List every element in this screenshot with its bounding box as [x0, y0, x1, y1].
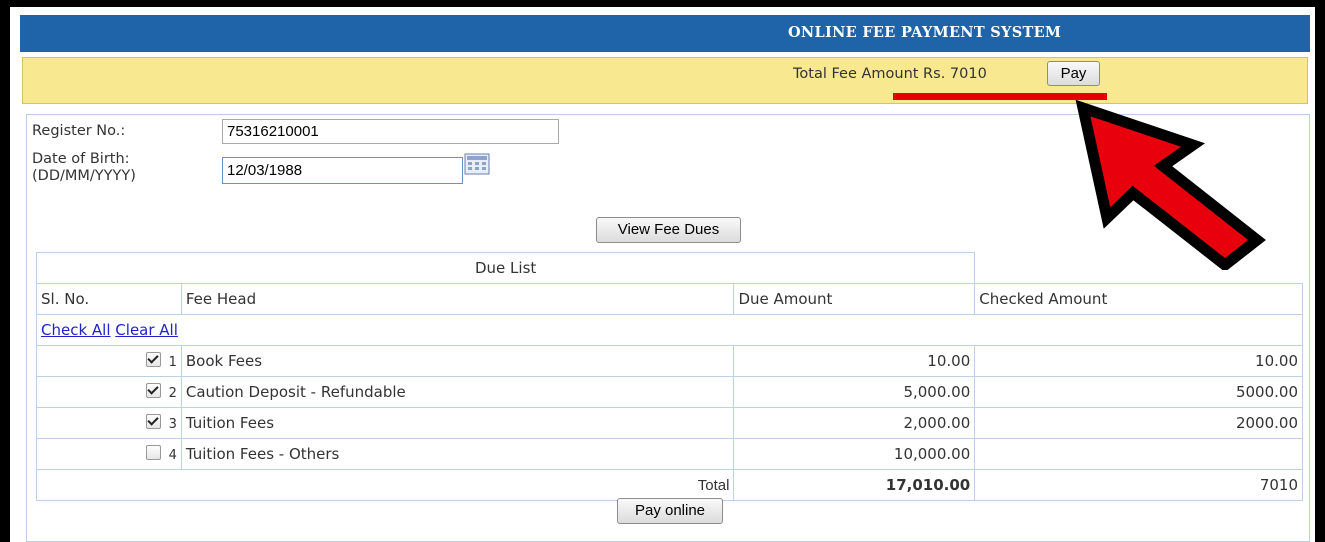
sl-cell: 4	[36, 438, 182, 470]
table-row: 1 Book Fees 10.00 10.00	[36, 345, 1303, 377]
table-row: 4 Tuition Fees - Others 10,000.00	[36, 438, 1303, 470]
dob-label-line2: (DD/MM/YYYY)	[32, 168, 136, 184]
dob-label-line1: Date of Birth:	[32, 151, 130, 167]
total-fee-label: Total Fee Amount Rs. 7010	[793, 66, 987, 82]
col-header-checked-amount: Checked Amount	[974, 283, 1303, 315]
total-checked-amount: 7010	[974, 469, 1303, 501]
col-header-sl-no: Sl. No.	[36, 283, 182, 315]
pay-online-button[interactable]: Pay online	[617, 498, 723, 524]
page-title: ONLINE FEE PAYMENT SYSTEM	[788, 24, 1062, 41]
sl-cell: 1	[36, 345, 182, 377]
dob-label: Date of Birth: (DD/MM/YYYY)	[32, 151, 136, 185]
col-header-due-amount: Due Amount	[733, 283, 976, 315]
register-number-input[interactable]	[222, 119, 559, 144]
view-fee-dues-button[interactable]: View Fee Dues	[596, 217, 741, 243]
due-list-table: Due List Sl. No. Fee Head Due Amount Che…	[35, 252, 1303, 501]
table-row: 2 Caution Deposit - Refundable 5,000.00 …	[36, 376, 1303, 408]
due-amount-cell: 10.00	[733, 345, 976, 377]
due-list-caption: Due List	[35, 252, 976, 284]
check-all-link[interactable]: Check All	[41, 321, 111, 339]
due-amount-cell: 2,000.00	[733, 407, 976, 439]
sl-cell: 3	[36, 407, 182, 439]
total-label: Total	[35, 469, 735, 501]
row-checkbox[interactable]	[145, 383, 161, 398]
row-checkbox[interactable]	[145, 352, 161, 367]
register-label: Register No.:	[32, 123, 126, 139]
fee-head-cell: Tuition Fees	[180, 407, 735, 439]
sl-cell: 2	[36, 376, 182, 408]
table-row: 3 Tuition Fees 2,000.00 2000.00	[36, 407, 1303, 439]
checked-amount-cell	[974, 438, 1303, 470]
row-checkbox[interactable]	[145, 414, 161, 429]
fee-summary-bar	[22, 57, 1308, 104]
due-amount-cell: 10,000.00	[733, 438, 976, 470]
total-row: Total 17,010.00 7010	[35, 469, 1303, 501]
check-links-row: Check All Clear All	[36, 314, 1303, 346]
total-due-amount: 17,010.00	[733, 469, 976, 501]
calendar-icon[interactable]	[464, 153, 490, 175]
highlight-underline	[893, 93, 1107, 100]
pay-button[interactable]: Pay	[1047, 61, 1100, 86]
checked-amount-cell: 10.00	[974, 345, 1303, 377]
checked-amount-cell: 5000.00	[974, 376, 1303, 408]
fee-head-cell: Caution Deposit - Refundable	[180, 376, 735, 408]
header-bar	[20, 15, 1310, 52]
checked-amount-cell: 2000.00	[974, 407, 1303, 439]
row-checkbox[interactable]	[145, 445, 161, 460]
arrow-pointer-icon	[1075, 100, 1266, 270]
fee-head-cell: Book Fees	[180, 345, 735, 377]
fee-head-cell: Tuition Fees - Others	[180, 438, 735, 470]
col-header-fee-head: Fee Head	[180, 283, 735, 315]
due-amount-cell: 5,000.00	[733, 376, 976, 408]
dob-input[interactable]	[222, 157, 463, 184]
clear-all-link[interactable]: Clear All	[115, 321, 178, 339]
